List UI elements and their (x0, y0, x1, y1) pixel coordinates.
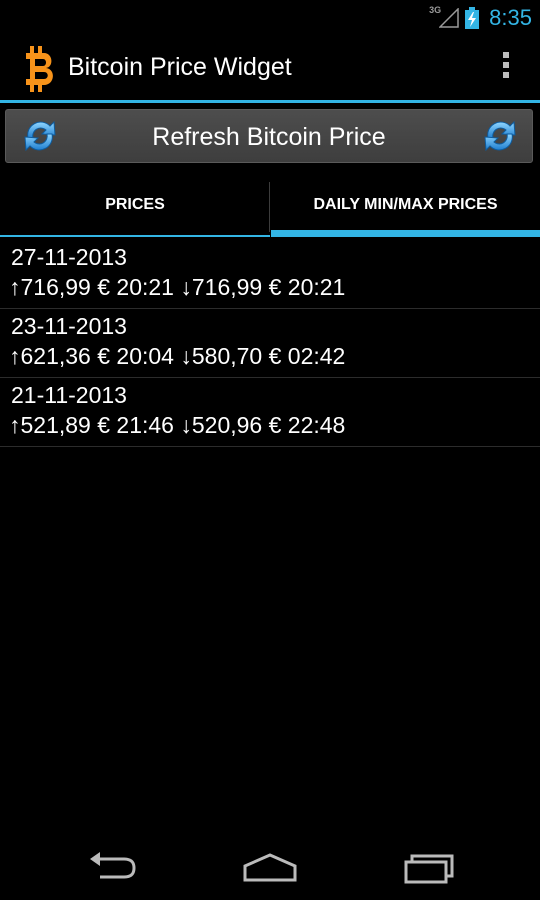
price-date: 21-11-2013 (11, 382, 127, 408)
max-price: ↑621,36 € 20:04 (9, 343, 174, 369)
max-price: ↑521,89 € 21:46 (9, 412, 174, 438)
action-bar: Bitcoin Price Widget (0, 36, 540, 100)
signal-icon (439, 8, 459, 28)
max-price: ↑716,99 € 20:21 (9, 274, 174, 300)
min-price: ↓580,70 € 02:42 (180, 343, 346, 369)
bitcoin-logo-icon (22, 44, 58, 98)
tab-prices[interactable]: PRICES (0, 182, 270, 238)
refresh-icon (480, 116, 520, 160)
refresh-button-label: Refresh Bitcoin Price (152, 123, 386, 151)
price-date: 27-11-2013 (11, 244, 127, 270)
back-icon[interactable] (86, 850, 140, 890)
refresh-bitcoin-price-button[interactable]: Refresh Bitcoin Price (5, 109, 533, 163)
list-item[interactable]: 27-11-2013 ↑716,99 € 20:21 ↓716,99 € 20:… (0, 240, 540, 309)
app-title: Bitcoin Price Widget (68, 53, 292, 81)
list-item[interactable]: 23-11-2013 ↑621,36 € 20:04 ↓580,70 € 02:… (0, 309, 540, 378)
price-list: 27-11-2013 ↑716,99 € 20:21 ↓716,99 € 20:… (0, 240, 540, 447)
price-range: ↑621,36 € 20:04 ↓580,70 € 02:42 (9, 343, 345, 370)
network-type-label: 3G (429, 5, 442, 15)
tab-bar: PRICES DAILY MIN/MAX PRICES (0, 182, 540, 238)
tab-selected-indicator (271, 230, 540, 237)
tab-separator (269, 182, 270, 232)
action-bar-divider (0, 100, 540, 103)
tab-underline (0, 235, 270, 237)
price-range: ↑716,99 € 20:21 ↓716,99 € 20:21 (9, 274, 345, 301)
price-date: 23-11-2013 (11, 313, 127, 339)
list-item[interactable]: 21-11-2013 ↑521,89 € 21:46 ↓520,96 € 22:… (0, 378, 540, 447)
status-icons: 3G 8:35 (421, 0, 532, 36)
overflow-menu-icon[interactable] (500, 52, 512, 84)
status-clock: 8:35 (489, 5, 532, 30)
navigation-bar (0, 836, 540, 900)
battery-charging-icon (465, 7, 480, 29)
recent-apps-icon[interactable] (403, 850, 457, 890)
status-bar: 3G 8:35 (0, 0, 540, 36)
min-price: ↓520,96 € 22:48 (180, 412, 346, 438)
price-range: ↑521,89 € 21:46 ↓520,96 € 22:48 (9, 412, 345, 439)
home-icon[interactable] (242, 850, 298, 890)
min-price: ↓716,99 € 20:21 (180, 274, 346, 300)
